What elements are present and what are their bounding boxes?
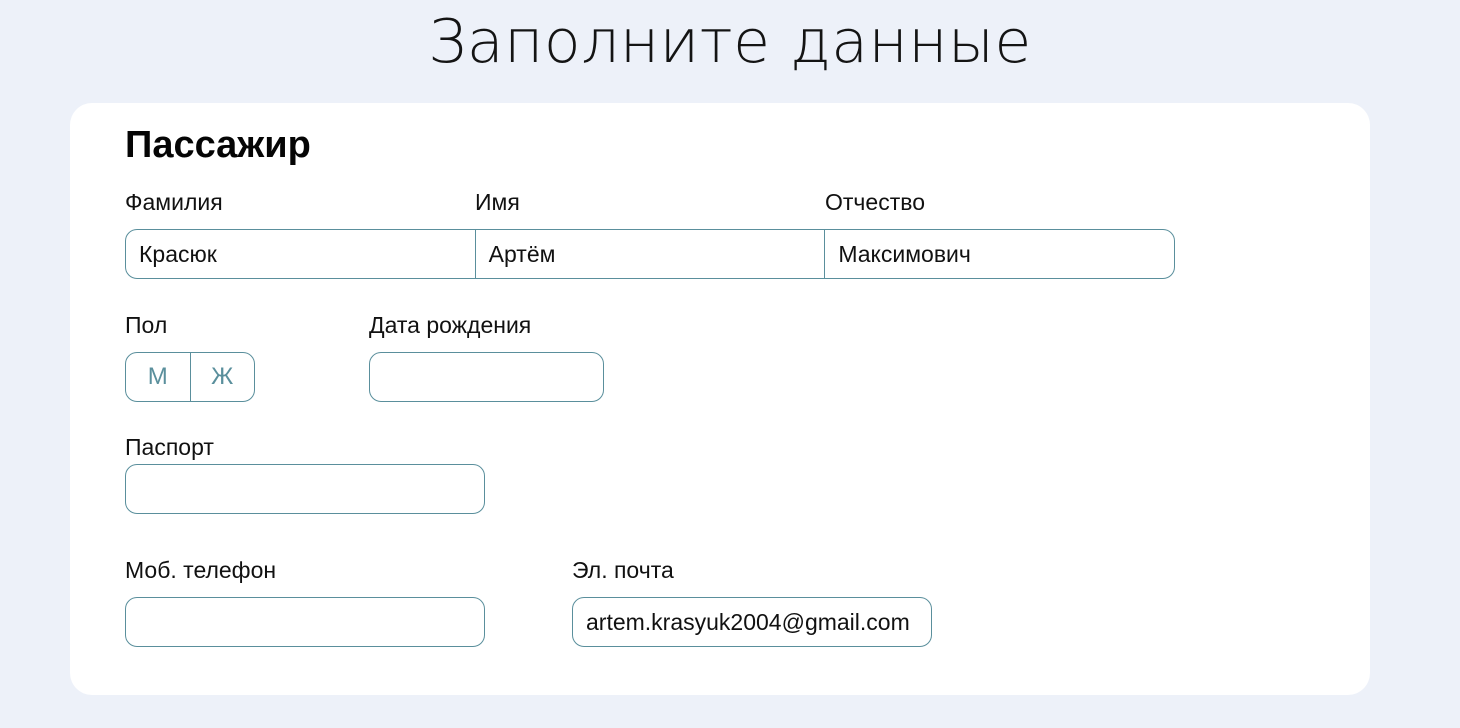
passenger-form-card: Пассажир Фамилия Имя Отчество Красюк Арт… bbox=[70, 103, 1370, 695]
first-name-label: Имя bbox=[475, 189, 520, 215]
full-name-input-group: Красюк Артём Максимович bbox=[125, 229, 1175, 279]
gender-option-male[interactable]: М bbox=[126, 353, 190, 401]
phone-input[interactable] bbox=[125, 597, 485, 647]
passport-input[interactable] bbox=[125, 464, 485, 514]
surname-input[interactable]: Красюк bbox=[126, 230, 475, 278]
section-title-passenger: Пассажир bbox=[125, 124, 311, 166]
patronymic-input[interactable]: Максимович bbox=[824, 230, 1174, 278]
birth-date-input[interactable] bbox=[369, 352, 604, 402]
gender-label: Пол bbox=[125, 312, 168, 338]
patronymic-label: Отчество bbox=[825, 189, 925, 215]
passport-label: Паспорт bbox=[125, 434, 214, 460]
surname-label: Фамилия bbox=[125, 189, 223, 215]
email-input[interactable]: artem.krasyuk2004@gmail.com bbox=[572, 597, 932, 647]
email-label: Эл. почта bbox=[572, 557, 674, 583]
gender-toggle: М Ж bbox=[125, 352, 255, 402]
page-title: Заполните данные bbox=[428, 7, 1032, 77]
first-name-input[interactable]: Артём bbox=[474, 230, 825, 278]
phone-label: Моб. телефон bbox=[125, 557, 277, 583]
gender-option-female[interactable]: Ж bbox=[189, 353, 255, 401]
birth-date-label: Дата рождения bbox=[369, 312, 532, 338]
